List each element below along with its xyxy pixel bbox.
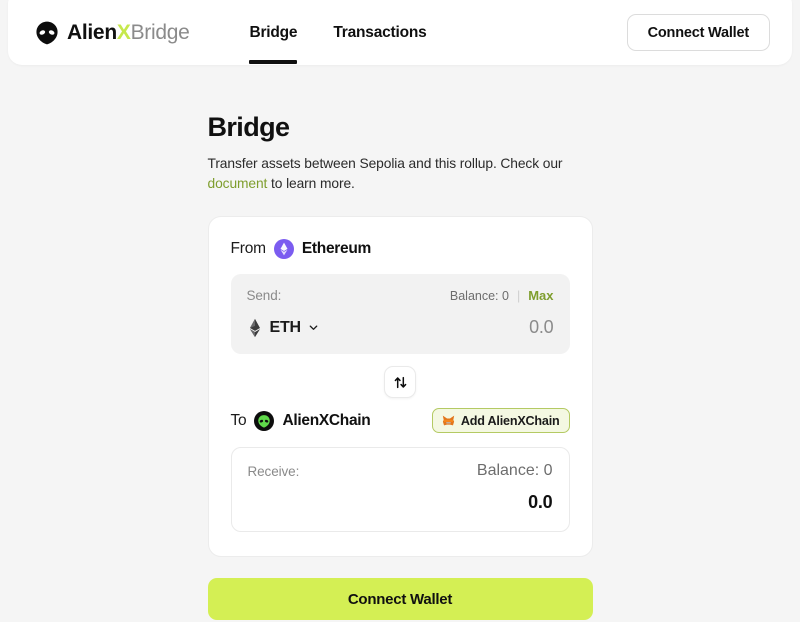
document-link[interactable]: document xyxy=(208,176,268,191)
send-amount-input[interactable]: 0.0 xyxy=(529,317,554,338)
brand-x-text: X xyxy=(116,20,131,44)
brand-bridge-text: Bridge xyxy=(130,20,190,44)
to-chain-group: To AlienXChain xyxy=(230,410,371,431)
tab-bridge[interactable]: Bridge xyxy=(249,0,298,65)
description-text-before: Transfer assets between Sepolia and this… xyxy=(207,156,563,171)
to-chain-row: To AlienXChain Add AlienXChain xyxy=(231,408,570,433)
main-nav: Bridge Transactions xyxy=(249,0,427,65)
ethereum-icon xyxy=(273,239,294,259)
swap-direction-row xyxy=(231,366,570,398)
swap-direction-button[interactable] xyxy=(384,366,416,398)
to-label: To xyxy=(230,411,247,429)
send-label: Send: xyxy=(246,288,282,303)
receive-box: Receive: Balance: 0 0.0 xyxy=(230,447,570,532)
header-inner: AlienXBridge Bridge Transactions Connect… xyxy=(8,0,792,65)
page-description: Transfer assets between Sepolia and this… xyxy=(208,154,593,194)
alien-head-icon xyxy=(36,21,58,44)
to-chain-name: AlienXChain xyxy=(282,411,371,429)
description-text-after: to learn more. xyxy=(267,176,355,191)
token-name: ETH xyxy=(269,318,302,336)
page-body: Bridge Transfer assets between Sepolia a… xyxy=(0,75,800,620)
header-connect-wallet-button[interactable]: Connect Wallet xyxy=(626,14,770,51)
receive-label: Receive: xyxy=(247,463,300,479)
add-alienxchain-button[interactable]: Add AlienXChain xyxy=(431,408,570,433)
send-box: Send: Balance: 0 | Max ETH 0.0 xyxy=(230,274,570,354)
brand-alien-text: Alien xyxy=(67,20,117,44)
receive-box-header: Receive: Balance: 0 xyxy=(248,462,553,480)
tab-bridge-label: Bridge xyxy=(249,23,298,41)
add-alienxchain-label: Add AlienXChain xyxy=(460,413,560,428)
send-box-body: ETH 0.0 xyxy=(247,317,554,338)
receive-amount-value: 0.0 xyxy=(528,492,553,512)
from-chain-name: Ethereum xyxy=(301,240,371,257)
tab-transactions[interactable]: Transactions xyxy=(333,0,426,65)
bridge-card: From Ethereum Send: Balance: 0 | Max ETH… xyxy=(207,216,593,557)
send-balance-text: Balance: 0 xyxy=(449,288,509,303)
tab-transactions-label: Transactions xyxy=(333,23,427,41)
connect-wallet-button[interactable]: Connect Wallet xyxy=(207,578,593,620)
send-box-header: Send: Balance: 0 | Max xyxy=(247,288,554,303)
page-title: Bridge xyxy=(207,112,291,142)
alienxchain-icon xyxy=(254,410,275,431)
eth-token-icon xyxy=(249,318,260,337)
balance-divider: | xyxy=(516,288,521,303)
send-balance-group: Balance: 0 | Max xyxy=(450,288,554,303)
chevron-down-icon xyxy=(309,325,318,330)
swap-arrows-icon xyxy=(394,376,406,388)
brand-text: AlienXBridge xyxy=(67,20,190,45)
brand-logo[interactable]: AlienXBridge xyxy=(34,20,190,46)
metamask-fox-icon xyxy=(442,415,454,426)
receive-balance-text: Balance: 0 xyxy=(476,462,553,479)
from-label: From xyxy=(230,240,267,257)
token-selector[interactable]: ETH xyxy=(247,318,319,338)
app-header: AlienXBridge Bridge Transactions Connect… xyxy=(8,0,792,65)
from-chain-row: From Ethereum xyxy=(231,239,570,259)
content-column: Bridge Transfer assets between Sepolia a… xyxy=(207,112,593,620)
max-button[interactable]: Max xyxy=(528,288,553,303)
